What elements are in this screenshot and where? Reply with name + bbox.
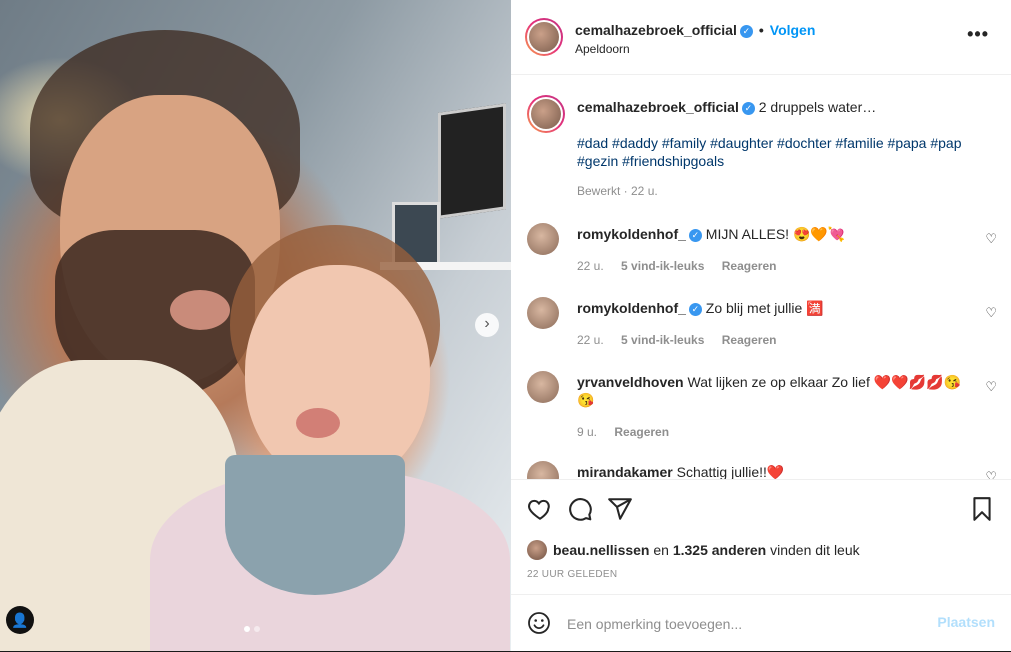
commenter-avatar[interactable] [527,461,559,479]
comment-likes[interactable]: 5 vind-ik-leuks [621,333,704,347]
comment-input[interactable] [565,609,929,639]
photo-detail [296,408,340,438]
commenter-avatar[interactable] [527,297,559,329]
comment-item: romykoldenhof_ ✓ MIJN ALLES! 😍🧡💘 22 u. 5 … [527,223,997,283]
comment-text: romykoldenhof_ ✓ MIJN ALLES! 😍🧡💘 [577,225,967,243]
comment-text: mirandakamer Schattig jullie!!❤️ [577,463,967,479]
comment-username[interactable]: romykoldenhof_ [577,226,686,242]
comment-body: MIJN ALLES! 😍🧡💘 [705,226,846,242]
comments-list[interactable]: cemalhazebroek_official ✓ 2 druppels wate… [511,75,1011,479]
likes-summary[interactable]: beau.nellissen en 1.325 anderen vinden d… [527,540,860,560]
comment-text: romykoldenhof_ ✓ Zo blij met jullie 🈵 [577,299,967,317]
liker-avatar[interactable] [527,540,547,560]
more-options-icon[interactable]: ••• [967,24,989,45]
carousel-indicator [244,626,260,632]
author-line: cemalhazebroek_official ✓ • Volgen [575,22,815,40]
photo-detail [245,265,430,485]
follow-button[interactable]: Volgen [770,22,816,38]
comment-meta: 22 u. 5 vind-ik-leuks Reageren [577,259,776,273]
tagged-users-button[interactable]: 👤 [6,606,34,634]
post-actions: beau.nellissen en 1.325 anderen vinden d… [511,479,1011,595]
share-send-icon[interactable] [607,496,633,522]
comment-time: 22 u. [577,333,604,347]
comment-item: yrvanveldhoven Wat lijken ze op elkaar Z… [527,371,997,447]
comment-body: Schattig jullie!!❤️ [676,464,785,479]
like-comment-heart-icon[interactable]: ♡ [985,469,997,479]
user-icon: 👤 [11,612,29,628]
verified-badge-icon: ✓ [688,303,702,316]
commenter-avatar[interactable] [527,371,559,403]
author-avatar[interactable] [527,95,565,133]
next-photo-button[interactable]: › [475,313,499,337]
photo-detail [170,290,230,330]
liker-username[interactable]: beau.nellissen [553,542,649,558]
like-comment-heart-icon[interactable]: ♡ [985,231,997,247]
reply-button[interactable]: Reageren [722,333,777,347]
like-heart-icon[interactable] [527,496,553,522]
like-comment-heart-icon[interactable]: ♡ [985,379,997,395]
post-location[interactable]: Apeldoorn [575,42,630,56]
caption-username[interactable]: cemalhazebroek_official [577,99,739,115]
verified-badge-icon: ✓ [741,102,755,115]
caption-body: 2 druppels water… [758,99,877,115]
photo-detail [438,103,506,219]
separator-dot: • [758,22,764,38]
carousel-dot [254,626,260,632]
comment-item: romykoldenhof_ ✓ Zo blij met jullie 🈵 22 … [527,297,997,357]
comment-time: 9 u. [577,425,598,439]
likes-connector: en [653,542,669,558]
author-avatar[interactable] [525,18,563,56]
comment-item: mirandakamer Schattig jullie!!❤️ ♡ [527,461,997,479]
comment-username[interactable]: mirandakamer [577,464,673,479]
comment-time: 22 u. [577,259,604,273]
post-comment-button[interactable]: Plaatsen [937,614,995,630]
photo-detail [225,455,405,595]
emoji-smiley-icon[interactable] [527,611,551,635]
post-timestamp[interactable]: 22 UUR GELEDEN [527,569,617,580]
comment-likes[interactable]: 5 vind-ik-leuks [621,259,704,273]
verified-badge-icon: ✓ [739,25,753,38]
like-comment-heart-icon[interactable]: ♡ [985,305,997,321]
post-photo[interactable] [0,0,511,651]
comment-username[interactable]: yrvanveldhoven [577,374,684,390]
add-comment-bar: Plaatsen [511,594,1011,652]
post-header: cemalhazebroek_official ✓ • Volgen Apeldoor… [511,0,1011,75]
chevron-right-icon: › [484,315,490,332]
caption: cemalhazebroek_official ✓ 2 druppels wate… [527,95,997,205]
comment-username[interactable]: romykoldenhof_ [577,300,686,316]
commenter-avatar[interactable] [527,223,559,255]
likes-count[interactable]: 1.325 anderen [673,542,766,558]
caption-meta: Bewerkt · 22 u. [577,184,658,198]
comment-body: Zo blij met jullie 🈵 [705,300,824,316]
verified-badge-icon: ✓ [688,229,702,242]
reply-button[interactable]: Reageren [614,425,669,439]
likes-suffix: vinden dit leuk [770,542,860,558]
save-bookmark-icon[interactable] [969,496,995,522]
comment-bubble-icon[interactable] [567,496,593,522]
caption-hashtags[interactable]: #dad #daddy #family #daughter #dochter #… [577,134,967,170]
carousel-dot-active [244,626,250,632]
post-details-panel: cemalhazebroek_official ✓ • Volgen Apeldoor… [511,0,1011,651]
reply-button[interactable]: Reageren [722,259,777,273]
author-username[interactable]: cemalhazebroek_official [575,22,737,38]
caption-text: cemalhazebroek_official ✓ 2 druppels wate… [577,98,967,116]
comment-text: yrvanveldhoven Wat lijken ze op elkaar Z… [577,373,967,409]
comment-meta: 22 u. 5 vind-ik-leuks Reageren [577,333,776,347]
comment-meta: 9 u. Reageren [577,425,669,439]
